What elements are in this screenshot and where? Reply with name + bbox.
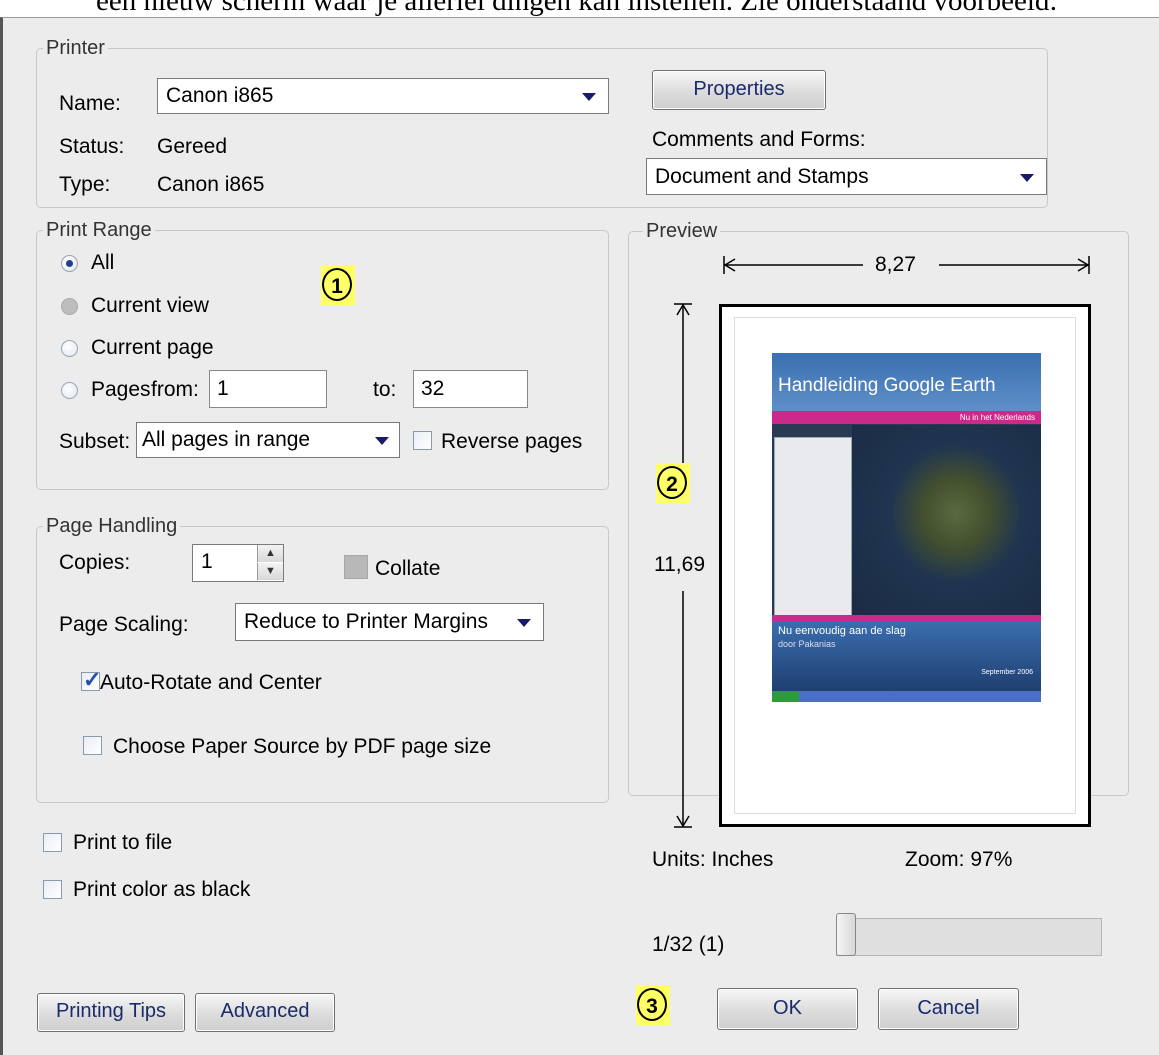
name-label: Name:: [59, 92, 121, 115]
pages-to-input[interactable]: 32: [413, 370, 528, 408]
ok-button[interactable]: OK: [717, 988, 858, 1030]
callout-3: 3: [636, 985, 670, 1025]
radio-all[interactable]: [61, 255, 78, 272]
thumb-map: [852, 425, 1041, 621]
preview-group-label: Preview: [643, 220, 721, 242]
subset-value: All pages in range: [142, 428, 311, 451]
radio-pages-label: Pages: [91, 378, 151, 401]
callout-2: 2: [656, 463, 690, 503]
status-value: Gereed: [157, 135, 228, 158]
radio-all-label: All: [91, 251, 115, 274]
print-to-file-label: Print to file: [73, 831, 173, 854]
radio-current-page-label: Current page: [91, 336, 214, 359]
paper-source-label: Choose Paper Source by PDF page size: [113, 735, 492, 758]
pages-from-input[interactable]: 1: [209, 370, 327, 408]
preview-width-label: 8,27: [875, 253, 916, 276]
preview-height-label: 11,69: [654, 553, 705, 576]
thumb-footer-text-2: door Pakanias: [778, 639, 836, 649]
callout-1-number: 1: [322, 268, 352, 301]
callout-1: 1: [321, 265, 355, 305]
page-slider-thumb[interactable]: [836, 913, 856, 956]
comments-forms-value: Document and Stamps: [655, 165, 869, 188]
subset-label: Subset:: [59, 430, 131, 453]
comments-forms-dropdown[interactable]: Document and Stamps: [646, 158, 1047, 195]
copies-value: 1: [201, 550, 213, 573]
callout-3-number: 3: [637, 988, 667, 1021]
status-label: Status:: [59, 135, 125, 158]
auto-rotate-checkbox[interactable]: [81, 667, 101, 693]
print-color-black-label: Print color as black: [73, 878, 251, 901]
pages-to-label: to:: [373, 378, 397, 401]
thumb-title: Handleiding Google Earth: [778, 375, 996, 396]
advanced-button[interactable]: Advanced: [195, 993, 335, 1032]
increment-icon[interactable]: ▲: [257, 545, 283, 562]
thumb-date: September 2006: [981, 669, 1033, 676]
page-scaling-value: Reduce to Printer Margins: [244, 610, 488, 633]
page-handling-group-label: Page Handling: [43, 515, 181, 537]
chevron-down-icon: [517, 619, 531, 627]
print-dialog: Printer Name: Canon i865 Status: Gereed …: [0, 17, 1159, 1055]
decrement-icon[interactable]: ▼: [257, 563, 283, 580]
copies-stepper[interactable]: 1 ▲ ▼: [192, 544, 284, 582]
thumb-taskbar: [772, 691, 1041, 702]
printing-tips-button[interactable]: Printing Tips: [37, 993, 185, 1032]
page-scaling-label: Page Scaling:: [59, 613, 189, 636]
units-label: Units: Inches: [652, 848, 774, 871]
collate-label: Collate: [375, 557, 441, 580]
type-value: Canon i865: [157, 173, 265, 196]
radio-current-view-label: Current view: [91, 294, 209, 317]
chevron-down-icon: [375, 437, 389, 445]
radio-current-page[interactable]: [61, 340, 78, 357]
paper-source-checkbox[interactable]: [83, 736, 102, 755]
print-color-black-checkbox[interactable]: [43, 880, 62, 899]
subset-dropdown[interactable]: All pages in range: [136, 422, 400, 458]
type-label: Type:: [59, 173, 111, 196]
callout-2-number: 2: [657, 466, 687, 499]
printer-group-label: Printer: [43, 37, 108, 59]
pages-from-label: from:: [151, 378, 199, 401]
radio-pages[interactable]: [61, 382, 78, 399]
print-to-file-checkbox[interactable]: [43, 833, 62, 852]
chevron-down-icon: [582, 93, 596, 101]
page-slider-track[interactable]: [836, 918, 1102, 956]
thumb-footer-text-1: Nu eenvoudig aan de slag: [778, 625, 906, 637]
printer-name-value: Canon i865: [166, 84, 274, 107]
print-range-group-label: Print Range: [43, 219, 155, 241]
chevron-down-icon: [1020, 174, 1034, 182]
auto-rotate-label: Auto-Rotate and Center: [100, 671, 322, 694]
properties-button[interactable]: Properties: [652, 70, 826, 110]
printer-name-dropdown[interactable]: Canon i865: [157, 78, 609, 114]
reverse-pages-label: Reverse pages: [441, 430, 583, 453]
preview-page: Handleiding Google Earth Nu in het Neder…: [719, 304, 1091, 827]
collate-checkbox[interactable]: [344, 555, 368, 579]
page-scaling-dropdown[interactable]: Reduce to Printer Margins: [235, 603, 544, 641]
comments-forms-label: Comments and Forms:: [652, 128, 866, 151]
cancel-button[interactable]: Cancel: [878, 988, 1019, 1030]
reverse-pages-checkbox[interactable]: [413, 431, 432, 450]
page-indicator: 1/32 (1): [652, 933, 725, 956]
copies-label: Copies:: [59, 551, 131, 574]
zoom-label: Zoom: 97%: [905, 848, 1013, 871]
preview-document-thumbnail: Handleiding Google Earth Nu in het Neder…: [772, 353, 1041, 702]
radio-current-view[interactable]: [61, 298, 78, 315]
thumb-subtitle: Nu in het Nederlands: [959, 413, 1035, 422]
